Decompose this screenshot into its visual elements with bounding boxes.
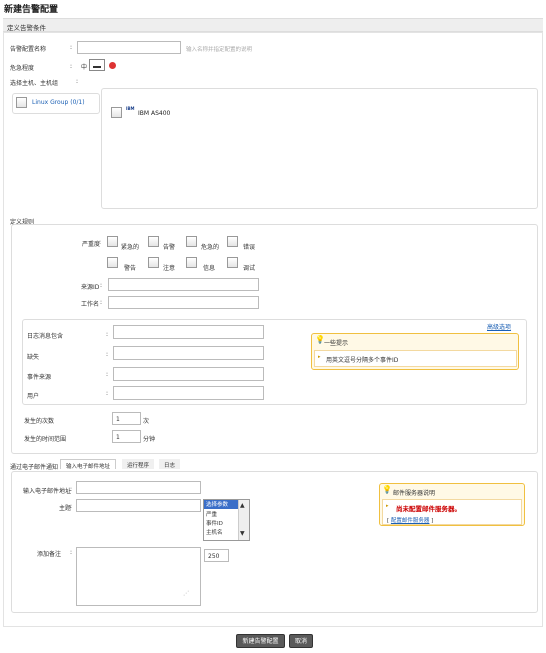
bullet-icon: ▸ [318, 354, 321, 360]
times-unit: 次 [143, 418, 150, 425]
field-label-2: 事件来源 [27, 374, 52, 381]
condition-section-title: 定义告警条件 [7, 24, 46, 32]
severity-value: 中 [81, 64, 88, 71]
field-label-1: 缺失 [27, 354, 40, 361]
window-value: 1 [116, 434, 120, 441]
hosts-label: 选择主机、主机组 [10, 80, 59, 87]
priority-option-3: 错误 [243, 244, 256, 251]
source-id-input[interactable] [108, 278, 259, 291]
priority-checkbox-5[interactable] [148, 257, 159, 268]
severity-color-icon [109, 62, 116, 69]
advanced-options-link[interactable]: 高级选项 [487, 322, 511, 331]
priority-option-2: 危急的 [201, 244, 220, 251]
priority-checkbox-2[interactable] [186, 236, 197, 247]
subject-input[interactable] [76, 499, 201, 512]
event-source-input[interactable] [113, 367, 264, 381]
job-label: 工作名 [81, 301, 100, 308]
tab-log[interactable]: 日志 [159, 459, 181, 469]
configure-mail-link[interactable]: 配置邮件服务器 [391, 518, 430, 524]
condition-section-header: 定义告警条件 [3, 18, 543, 32]
job-input[interactable] [108, 296, 259, 309]
times-input[interactable]: 1 [112, 412, 141, 425]
create-alert-button[interactable]: 新建告警配置 [236, 634, 285, 648]
colon: : [100, 282, 103, 289]
mail-tip-warning: 尚未配置邮件服务器。 [396, 505, 461, 513]
email-input[interactable] [76, 481, 201, 494]
priority-option-7: 调试 [243, 265, 256, 272]
source-id-label: 来源ID [81, 284, 100, 291]
priority-checkbox-7[interactable] [227, 257, 238, 268]
window-label: 发生的时间范围 [24, 436, 67, 443]
variable-option-3[interactable]: 主机名 [206, 528, 223, 536]
priority-option-1: 告警 [163, 244, 176, 251]
variable-option-2[interactable]: 事件ID [206, 519, 223, 527]
alert-name-input[interactable] [77, 41, 181, 54]
tab-email[interactable]: 输入电子邮件地址 [60, 459, 117, 470]
colon: : [106, 371, 109, 378]
priority-checkbox-4[interactable] [107, 257, 118, 268]
priority-checkbox-3[interactable] [227, 236, 238, 247]
severity-label: 危急程度 [10, 65, 35, 72]
priority-option-6: 信息 [203, 265, 216, 272]
extra-label: 添加备注 [37, 551, 62, 558]
colon: : [70, 44, 73, 51]
page-title: 新建告警配置 [4, 5, 59, 15]
times-label: 发生的次数 [24, 418, 55, 425]
priority-option-4: 警告 [124, 265, 137, 272]
colon: : [99, 239, 102, 246]
host-item-checkbox[interactable] [111, 107, 122, 118]
char-count: 250 [208, 553, 220, 560]
colon: : [70, 486, 73, 493]
colon: : [76, 78, 79, 85]
variable-option-1[interactable]: 严重 [206, 510, 217, 518]
field-label-3: 用户 [27, 393, 40, 400]
colon: : [106, 331, 109, 338]
host-group-checkbox[interactable] [16, 97, 27, 108]
colon: : [100, 299, 103, 306]
variable-option-0[interactable]: 选择参数 [204, 500, 238, 509]
colon: : [70, 503, 73, 510]
mail-tip-title: 邮件服务器说明 [393, 490, 436, 497]
priority-checkbox-0[interactable] [107, 236, 118, 247]
window-unit: 分钟 [143, 436, 156, 443]
tab-run-program[interactable]: 运行程序 [122, 459, 155, 469]
name-label: 告警配置名称 [10, 46, 47, 53]
colon: : [106, 351, 109, 358]
tips-text: 用英文逗号分隔多个事件ID [326, 357, 399, 364]
priority-option-0: 紧急的 [121, 244, 140, 251]
priority-option-5: 注意 [163, 265, 176, 272]
priority-checkbox-6[interactable] [186, 257, 197, 268]
field-label-0: 日志消息包含 [27, 333, 64, 340]
host-group-label[interactable]: Linux Group (0/1) [32, 99, 85, 106]
email-label: 输入电子邮件地址 [23, 488, 72, 495]
colon: : [70, 549, 73, 556]
bullet-icon: ▸ [386, 503, 389, 509]
missing-input[interactable] [113, 346, 264, 360]
actions-label: 通过电子邮件通知 [10, 464, 59, 471]
lightbulb-icon: 💡 [382, 485, 392, 494]
host-item-label: IBM AS400 [138, 110, 171, 117]
char-count-box: 250 [204, 549, 229, 562]
priority-checkbox-1[interactable] [148, 236, 159, 247]
tips-title: 一些提示 [324, 340, 349, 347]
extra-textarea[interactable] [76, 547, 201, 606]
cancel-button[interactable]: 取消 [289, 634, 313, 648]
select-bar-icon [93, 66, 101, 68]
times-value: 1 [116, 416, 120, 423]
scroll-up-icon[interactable]: ▲ [240, 502, 245, 509]
message-contains-input[interactable] [113, 325, 264, 339]
name-hint: 输入名称并指定配置的说明 [186, 47, 253, 53]
colon: : [70, 63, 73, 70]
resize-handle-icon[interactable]: ⋰ [183, 590, 189, 597]
user-input[interactable] [113, 386, 264, 400]
priority-label: 严重度 [82, 241, 101, 248]
mail-tip-bracket: [ 配置邮件服务器 ] [387, 518, 434, 524]
colon: : [106, 390, 109, 397]
scroll-down-icon[interactable]: ▼ [240, 530, 245, 537]
window-input[interactable]: 1 [112, 430, 141, 443]
ibm-logo-icon: IBM [126, 106, 135, 111]
severity-select[interactable] [89, 59, 105, 71]
host-list-panel [101, 88, 538, 209]
